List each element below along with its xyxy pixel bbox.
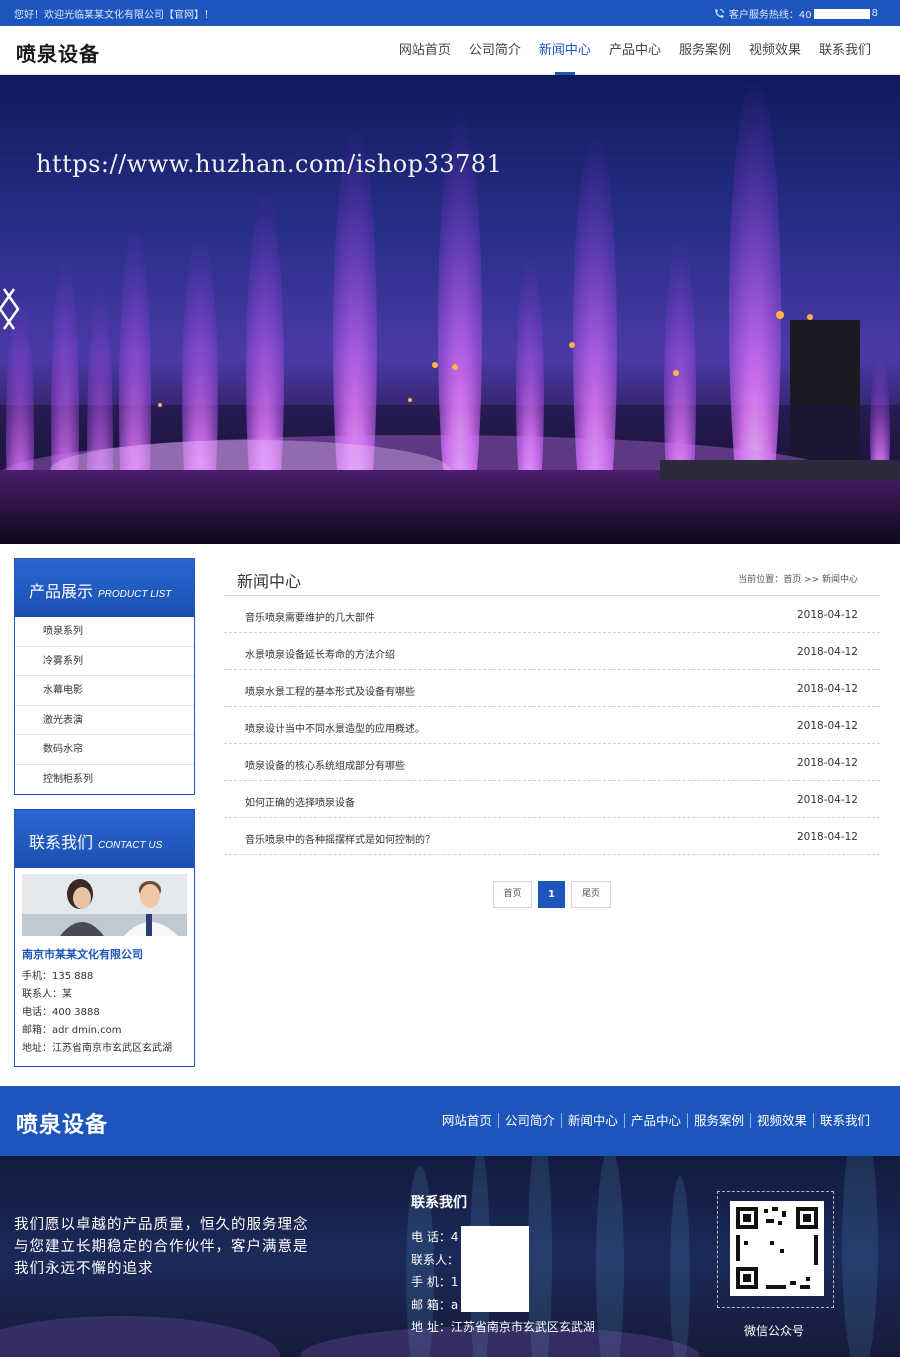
footer-nav-products[interactable]: 产品中心 — [623, 1113, 687, 1128]
site-logo[interactable]: 喷泉设备 — [16, 38, 100, 67]
sidebar: 产品展示 PRODUCT LIST 喷泉系列 冷雾系列 水幕电影 激光表演 数码水… — [14, 558, 195, 1067]
category-item[interactable]: 冷雾系列 — [15, 647, 194, 676]
contact-title: 联系我们 — [29, 833, 94, 852]
footer-nav: 网站首页 公司简介 新闻中心 产品中心 服务案例 视频效果 联系我们 — [436, 1113, 876, 1128]
contact-subtitle: CONTACT US — [98, 840, 163, 851]
news-item-title[interactable]: 喷泉水景工程的基本形式及设备有哪些 — [245, 683, 415, 698]
news-item[interactable]: 喷泉设备的核心系统组成部分有哪些 2018-04-12 — [224, 744, 880, 781]
news-header: 新闻中心 当前位置：首页 >> 新闻中心 — [224, 558, 880, 596]
fountain-image — [0, 75, 900, 544]
footer-logo[interactable]: 喷泉设备 — [16, 1107, 108, 1139]
news-item-title[interactable]: 音乐喷泉需要维护的几大部件 — [245, 609, 375, 624]
current-page-button[interactable]: 1 — [538, 881, 565, 908]
footer-slogan: 我们愿以卓越的产品质量，恒久的服务理念与您建立长期稳定的合作伙伴，客户满意是我们… — [14, 1217, 309, 1277]
qr-code-icon — [730, 1201, 824, 1296]
contact-phone: 电话：400 3888 — [22, 1007, 100, 1018]
news-item-date: 2018-04-12 — [796, 757, 858, 769]
first-page-button[interactable]: 首页 — [493, 881, 532, 908]
nav-news[interactable]: 新闻中心 — [530, 26, 600, 75]
news-item[interactable]: 喷泉设计当中不同水景造型的应用概述。 2018-04-12 — [224, 707, 880, 744]
news-item[interactable]: 如何正确的选择喷泉设备 2018-04-12 — [224, 781, 880, 818]
news-item-date: 2018-04-12 — [796, 609, 858, 621]
news-item-date: 2018-04-12 — [796, 646, 858, 658]
news-item-title[interactable]: 水景喷泉设备延长寿命的方法介绍 — [245, 646, 395, 661]
breadcrumb: 当前位置：首页 >> 新闻中心 — [738, 575, 858, 585]
news-item-title[interactable]: 如何正确的选择喷泉设备 — [245, 794, 355, 809]
site-header: 喷泉设备 网站首页 公司简介 新闻中心 产品中心 服务案例 视频效果 联系我们 — [0, 26, 900, 75]
product-category-list: 喷泉系列 冷雾系列 水幕电影 激光表演 数码水帘 控制柜系列 — [15, 617, 194, 794]
hero-banner: https://www.huzhan.com/ishop33781 — [0, 75, 900, 544]
category-item[interactable]: 数码水帘 — [15, 735, 194, 765]
news-item-date: 2018-04-12 — [796, 683, 858, 695]
banner-watermark: https://www.huzhan.com/ishop33781 — [36, 150, 503, 178]
main-nav: 网站首页 公司简介 新闻中心 产品中心 服务案例 视频效果 联系我们 — [390, 26, 880, 75]
news-item[interactable]: 音乐喷泉中的各种摇摆样式是如何控制的？ 2018-04-12 — [224, 818, 880, 855]
qr-label: 微信公众号 — [744, 1324, 805, 1338]
footer-nav-news[interactable]: 新闻中心 — [560, 1113, 624, 1128]
last-page-button[interactable]: 尾页 — [571, 881, 611, 908]
footer-nav-cases[interactable]: 服务案例 — [686, 1113, 750, 1128]
footer-nav-video[interactable]: 视频效果 — [749, 1113, 813, 1128]
news-item-title[interactable]: 喷泉设计当中不同水景造型的应用概述。 — [245, 720, 425, 735]
contact-box: 联系我们 CONTACT US 南京市某某文化有限公司 手机：135 888 联系… — [14, 809, 195, 1067]
nav-contact[interactable]: 联系我们 — [810, 26, 880, 75]
category-item[interactable]: 水幕电影 — [15, 676, 194, 706]
news-item[interactable]: 音乐喷泉需要维护的几大部件 2018-04-12 — [224, 596, 880, 633]
nav-cases[interactable]: 服务案例 — [670, 26, 740, 75]
contact-photo — [22, 874, 187, 936]
news-item-title[interactable]: 音乐喷泉中的各种摇摆样式是如何控制的？ — [245, 831, 435, 846]
contact-mobile: 手机：135 888 — [22, 971, 94, 982]
footer-contact-title: 联系我们 — [411, 1195, 467, 1211]
hotline-label: 客户服务热线：40 — [728, 10, 812, 21]
news-item[interactable]: 水景喷泉设备延长寿命的方法介绍 2018-04-12 — [224, 633, 880, 670]
redaction-mask — [813, 8, 870, 19]
footer-nav-contact[interactable]: 联系我们 — [812, 1113, 876, 1128]
news-section: 新闻中心 当前位置：首页 >> 新闻中心 音乐喷泉需要维护的几大部件 2018-0… — [224, 558, 880, 908]
category-item[interactable]: 激光表演 — [15, 706, 194, 735]
product-list-title: 产品展示 — [29, 582, 94, 601]
nav-about[interactable]: 公司简介 — [460, 26, 530, 75]
top-bar: 您好！欢迎光临某某文化有限公司【官网】！ 客户服务热线：40 8 — [0, 0, 900, 26]
footer-nav-about[interactable]: 公司简介 — [497, 1113, 561, 1128]
welcome-text: 您好！欢迎光临某某文化有限公司【官网】！ — [14, 10, 214, 21]
company-name: 南京市某某文化有限公司 — [22, 948, 143, 961]
phone-icon — [715, 8, 724, 18]
site-footer: 我们愿以卓越的产品质量，恒久的服务理念与您建立长期稳定的合作伙伴，客户满意是我们… — [0, 1156, 900, 1357]
nav-products[interactable]: 产品中心 — [600, 26, 670, 75]
contact-details: 南京市某某文化有限公司 手机：135 888 联系人：某 电话：400 3888… — [15, 936, 194, 1066]
contact-address: 地址：江苏省南京市玄武区玄武湖 — [22, 1043, 172, 1054]
news-item-date: 2018-04-12 — [796, 720, 858, 732]
product-list-subtitle: PRODUCT LIST — [98, 589, 172, 600]
nav-video[interactable]: 视频效果 — [740, 26, 810, 75]
news-item[interactable]: 喷泉水景工程的基本形式及设备有哪些 2018-04-12 — [224, 670, 880, 707]
category-item[interactable]: 喷泉系列 — [15, 617, 194, 647]
contact-header: 联系我们 CONTACT US — [15, 810, 194, 868]
redaction-mask — [461, 1226, 529, 1312]
news-list: 音乐喷泉需要维护的几大部件 2018-04-12 水景喷泉设备延长寿命的方法介绍 2… — [224, 596, 880, 855]
footer-address: 地 址：江苏省南京市玄武区玄武湖 — [411, 1320, 595, 1334]
pagination: 首页 1 尾页 — [224, 881, 880, 909]
category-item[interactable]: 控制柜系列 — [15, 765, 194, 795]
next-slide-icon[interactable] — [0, 287, 22, 331]
hotline: 客户服务热线：40 8 — [713, 6, 878, 21]
page-title: 新闻中心 — [237, 572, 302, 591]
product-list-box: 产品展示 PRODUCT LIST 喷泉系列 冷雾系列 水幕电影 激光表演 数码水… — [14, 558, 195, 795]
hotline-tail: 8 — [871, 8, 878, 19]
contact-person: 联系人：某 — [22, 989, 72, 1000]
nav-home[interactable]: 网站首页 — [390, 26, 460, 75]
news-item-date: 2018-04-12 — [796, 831, 858, 843]
product-list-header: 产品展示 PRODUCT LIST — [15, 559, 194, 617]
footer-nav-home[interactable]: 网站首页 — [436, 1113, 498, 1128]
news-item-date: 2018-04-12 — [796, 794, 858, 806]
news-item-title[interactable]: 喷泉设备的核心系统组成部分有哪些 — [245, 757, 405, 772]
qr-frame — [717, 1191, 834, 1308]
contact-email: 邮箱：adr dmin.com — [22, 1025, 122, 1036]
footer-nav-band: 喷泉设备 网站首页 公司简介 新闻中心 产品中心 服务案例 视频效果 联系我们 — [0, 1086, 900, 1156]
